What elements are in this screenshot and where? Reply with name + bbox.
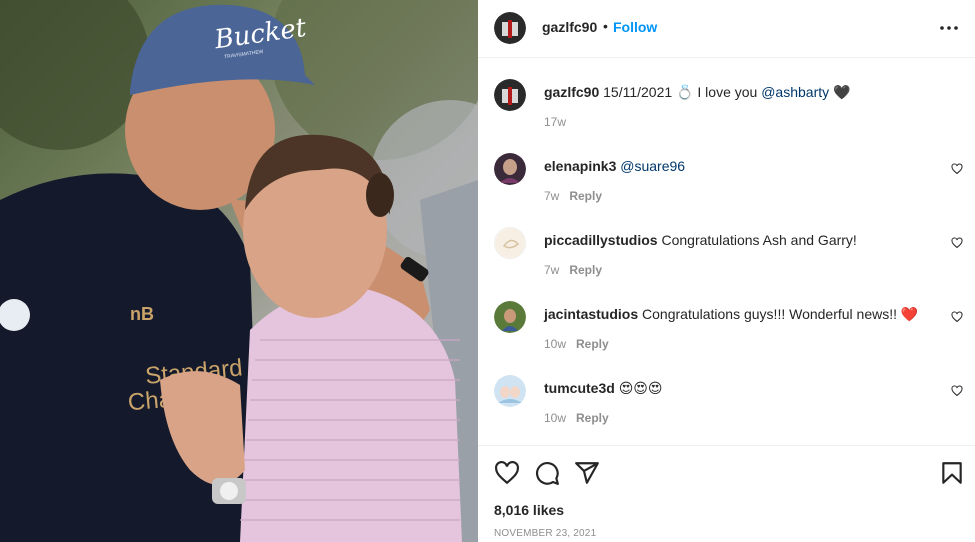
- comment-line: piccadillystudios Congratulations Ash an…: [544, 231, 857, 249]
- reply-button[interactable]: Reply: [569, 263, 602, 277]
- comment-item: tumcute3d 😍😍😍 10w Reply: [478, 355, 975, 429]
- comment-age[interactable]: 7w: [544, 263, 559, 277]
- caption-mention-link[interactable]: @ashbarty: [761, 84, 829, 100]
- caption-line: gazlfc90 15/11/2021 💍 I love you @ashbar…: [544, 83, 850, 101]
- reply-button[interactable]: Reply: [569, 189, 602, 203]
- author-avatar[interactable]: [494, 12, 526, 44]
- comment-meta: 7w Reply: [544, 263, 602, 277]
- header-separator: •: [603, 18, 608, 34]
- reply-button[interactable]: Reply: [576, 337, 609, 351]
- post-date[interactable]: NOVEMBER 23, 2021: [494, 528, 596, 539]
- ring-emoji: 💍: [676, 84, 694, 100]
- black-heart-emoji: 🖤: [833, 84, 851, 100]
- shirt-brand-logo: nB: [130, 304, 154, 324]
- reply-button[interactable]: Reply: [576, 411, 609, 425]
- comment-meta: 10w Reply: [544, 411, 609, 425]
- follow-button[interactable]: Follow: [613, 19, 657, 35]
- author-username[interactable]: gazlfc90: [542, 19, 597, 35]
- comment-username[interactable]: jacintastudios: [544, 306, 638, 322]
- caption-age[interactable]: 17w: [544, 115, 566, 129]
- comment-text: Congratulations guys!!! Wonderful news!!: [642, 306, 898, 322]
- post-caption: gazlfc90 15/11/2021 💍 I love you @ashbar…: [478, 59, 975, 133]
- comment-mention-link[interactable]: @suare96: [620, 158, 685, 174]
- comment-age[interactable]: 10w: [544, 411, 566, 425]
- more-options-icon[interactable]: [939, 16, 959, 40]
- comment-meta: 7w Reply: [544, 189, 602, 203]
- comment-line: jacintastudios Congratulations guys!!! W…: [544, 305, 918, 323]
- post-actions-bar: 8,016 likes NOVEMBER 23, 2021: [478, 445, 975, 542]
- comments-list: gazlfc90 15/11/2021 💍 I love you @ashbar…: [478, 59, 975, 445]
- comment-username[interactable]: tumcute3d: [544, 380, 615, 396]
- caption-meta: 17w: [544, 115, 566, 129]
- commenter-avatar[interactable]: [494, 153, 526, 185]
- comment-meta: 10w Reply: [544, 337, 609, 351]
- comment-line: tumcute3d 😍😍😍: [544, 379, 662, 397]
- couple-photo-illustration: Bucket TRAVISMATHEW Standard Chartered n…: [0, 0, 478, 542]
- comment-username[interactable]: elenapink3: [544, 158, 616, 174]
- likes-count[interactable]: 8,016 likes: [494, 502, 564, 518]
- red-heart-emoji: ❤️: [900, 306, 919, 322]
- post-photo[interactable]: Bucket TRAVISMATHEW Standard Chartered n…: [0, 0, 478, 542]
- caption-username[interactable]: gazlfc90: [544, 84, 599, 100]
- heart-eyes-emoji: 😍😍😍: [618, 380, 663, 396]
- comment-item: jacintastudios Congratulations guys!!! W…: [478, 281, 975, 355]
- comment-item: elenapink3 @suare96 7w Reply: [478, 133, 975, 207]
- comment-age[interactable]: 7w: [544, 189, 559, 203]
- commenter-avatar[interactable]: [494, 375, 526, 407]
- caption-author-avatar[interactable]: [494, 79, 526, 111]
- comment-age[interactable]: 10w: [544, 337, 566, 351]
- bookmark-icon[interactable]: [939, 460, 965, 486]
- comment-item: piccadillystudios Congratulations Ash an…: [478, 207, 975, 281]
- post-details-panel: gazlfc90 • Follow gazlfc90 15/11/2021 💍: [478, 0, 975, 542]
- like-comment-heart-icon[interactable]: [951, 237, 963, 249]
- commenter-avatar[interactable]: [494, 227, 526, 259]
- heart-outline-icon[interactable]: [494, 460, 520, 486]
- caption-date-text: 15/11/2021: [603, 84, 673, 100]
- paper-plane-icon[interactable]: [574, 460, 600, 486]
- like-comment-heart-icon[interactable]: [951, 385, 963, 397]
- post-header: gazlfc90 • Follow: [478, 0, 975, 58]
- like-comment-heart-icon[interactable]: [951, 163, 963, 175]
- commenter-avatar[interactable]: [494, 301, 526, 333]
- comment-text: Congratulations Ash and Garry!: [661, 232, 857, 248]
- comment-line: elenapink3 @suare96: [544, 157, 685, 175]
- comment-username[interactable]: piccadillystudios: [544, 232, 658, 248]
- like-comment-heart-icon[interactable]: [951, 311, 963, 323]
- comment-icon[interactable]: [534, 460, 560, 486]
- caption-text: I love you: [697, 84, 758, 100]
